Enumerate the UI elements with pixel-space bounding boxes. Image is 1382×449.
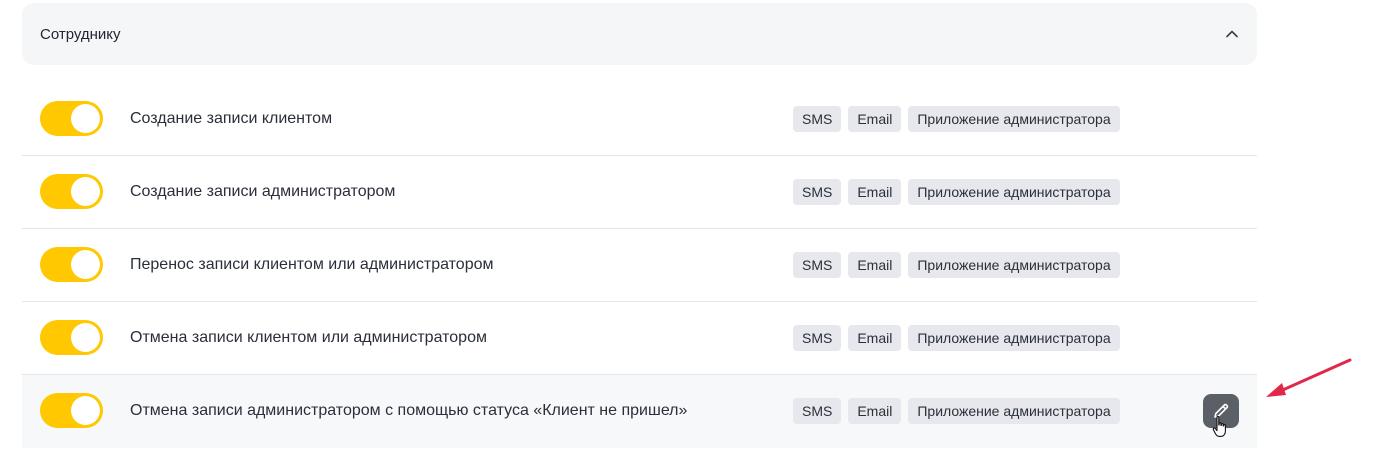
notification-toggle[interactable] [40, 247, 103, 282]
toggle-knob [71, 396, 100, 425]
tag-email: Email [848, 325, 902, 351]
tag-email: Email [848, 179, 902, 205]
tag-sms: SMS [793, 179, 842, 205]
tag-sms: SMS [793, 398, 842, 424]
chevron-up-icon[interactable] [1225, 27, 1239, 41]
section-header[interactable]: Сотруднику [22, 3, 1257, 65]
notification-label: Перенос записи клиентом или администрато… [130, 256, 494, 273]
tag-admin-app: Приложение администратора [908, 179, 1120, 205]
tag-email: Email [848, 106, 902, 132]
channel-tags: SMS Email Приложение администратора [793, 398, 1120, 424]
notification-label: Отмена записи администратором с помощью … [130, 402, 688, 419]
tag-sms: SMS [793, 252, 842, 278]
channel-tags: SMS Email Приложение администратора [793, 106, 1120, 132]
toggle-knob [71, 177, 100, 206]
section-title: Сотруднику [40, 25, 121, 43]
hand-cursor-icon [1212, 415, 1230, 444]
channel-tags: SMS Email Приложение администратора [793, 325, 1120, 351]
notification-row: Отмена записи клиентом или администратор… [22, 302, 1257, 375]
tag-sms: SMS [793, 106, 842, 132]
tag-admin-app: Приложение администратора [908, 325, 1120, 351]
channel-tags: SMS Email Приложение администратора [793, 179, 1120, 205]
notification-label: Отмена записи клиентом или администратор… [130, 329, 487, 346]
notification-row: Перенос записи клиентом или администрато… [22, 229, 1257, 302]
tag-admin-app: Приложение администратора [908, 398, 1120, 424]
notification-row: Создание записи администратором SMS Emai… [22, 156, 1257, 229]
notification-list: Создание записи клиентом SMS Email Прило… [22, 83, 1257, 448]
toggle-knob [71, 104, 100, 133]
tag-admin-app: Приложение администратора [908, 252, 1120, 278]
notification-toggle[interactable] [40, 101, 103, 136]
notification-row-hovered: Отмена записи администратором с помощью … [22, 375, 1257, 448]
toggle-knob [71, 323, 100, 352]
notification-label: Создание записи клиентом [130, 110, 333, 127]
notification-row: Создание записи клиентом SMS Email Прило… [22, 83, 1257, 156]
tag-email: Email [848, 252, 902, 278]
notification-toggle[interactable] [40, 174, 103, 209]
tag-email: Email [848, 398, 902, 424]
notification-toggle[interactable] [40, 320, 103, 355]
tag-admin-app: Приложение администратора [908, 106, 1120, 132]
toggle-knob [71, 250, 100, 279]
notification-toggle[interactable] [40, 393, 103, 428]
tag-sms: SMS [793, 325, 842, 351]
channel-tags: SMS Email Приложение администратора [793, 252, 1120, 278]
notification-label: Создание записи администратором [130, 183, 396, 200]
annotation-arrow-icon [1262, 355, 1356, 406]
